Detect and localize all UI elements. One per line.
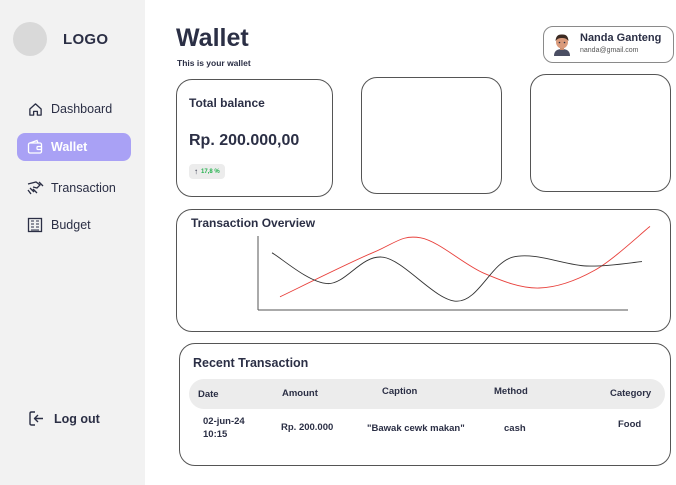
logout-button[interactable]: Log out — [28, 410, 100, 428]
profile-email: nanda@gmail.com — [580, 47, 639, 54]
recent-transaction-card: Recent Transaction Date Amount Caption M… — [179, 343, 671, 466]
empty-card-2 — [361, 77, 502, 194]
sidebar: LOGO Dashboard Wallet Transaction Budget… — [0, 0, 145, 485]
sidebar-item-label: Dashboard — [51, 102, 113, 116]
page-title: Wallet — [176, 24, 249, 52]
cell-method: cash — [504, 423, 526, 434]
chart-series-line-2 — [271, 252, 643, 302]
home-icon — [26, 100, 44, 118]
column-header-method: Method — [494, 386, 528, 397]
sidebar-item-wallet[interactable]: Wallet — [17, 133, 131, 161]
recent-transaction-title: Recent Transaction — [193, 356, 309, 370]
column-header-date: Date — [198, 389, 219, 400]
budget-icon — [26, 216, 44, 234]
sidebar-item-label: Budget — [51, 218, 91, 232]
chart-series-line-1 — [279, 226, 651, 298]
balance-label: Total balance — [189, 96, 265, 110]
sidebar-item-budget[interactable]: Budget — [17, 211, 131, 239]
column-header-category: Category — [610, 388, 652, 399]
cell-caption: "Bawak cewk makan" — [367, 423, 465, 434]
column-header-caption: Caption — [382, 386, 418, 397]
balance-change-value: 17,8 % — [201, 168, 220, 175]
transaction-overview-card: Transaction Overview — [176, 209, 671, 332]
sidebar-item-label: Transaction — [51, 181, 116, 195]
logout-icon — [28, 410, 46, 428]
cell-date: 02-jun-24 10:15 — [203, 415, 245, 441]
transaction-icon — [26, 179, 44, 197]
arrow-up-icon: ↑ — [194, 167, 198, 176]
cell-amount: Rp. 200.000 — [281, 422, 334, 433]
page-subtitle: This is your wallet — [177, 58, 251, 68]
total-balance-card: Total balance Rp. 200.000,00 ↑ 17,8 % — [176, 79, 333, 197]
profile-name: Nanda Ganteng — [580, 32, 662, 44]
sidebar-item-dashboard[interactable]: Dashboard — [17, 95, 131, 123]
line-chart — [257, 226, 651, 311]
cell-date-time: 10:15 — [203, 429, 228, 440]
balance-change-badge: ↑ 17,8 % — [189, 164, 225, 179]
cell-category: Food — [618, 419, 642, 430]
empty-card-3 — [530, 74, 671, 192]
sidebar-item-transaction[interactable]: Transaction — [17, 174, 131, 202]
profile-card[interactable]: Nanda Ganteng nanda@gmail.com — [543, 26, 674, 63]
table-header: Date Amount Caption Method Category — [189, 379, 665, 409]
column-header-amount: Amount — [282, 388, 318, 399]
sidebar-item-label: Wallet — [51, 140, 88, 154]
logout-label: Log out — [54, 412, 100, 426]
logo-text: LOGO — [63, 31, 109, 48]
avatar — [551, 32, 573, 56]
wallet-icon — [26, 138, 44, 156]
logo-image — [13, 22, 47, 56]
cell-date-day: 02-jun-24 — [203, 416, 245, 427]
balance-value: Rp. 200.000,00 — [189, 132, 300, 149]
